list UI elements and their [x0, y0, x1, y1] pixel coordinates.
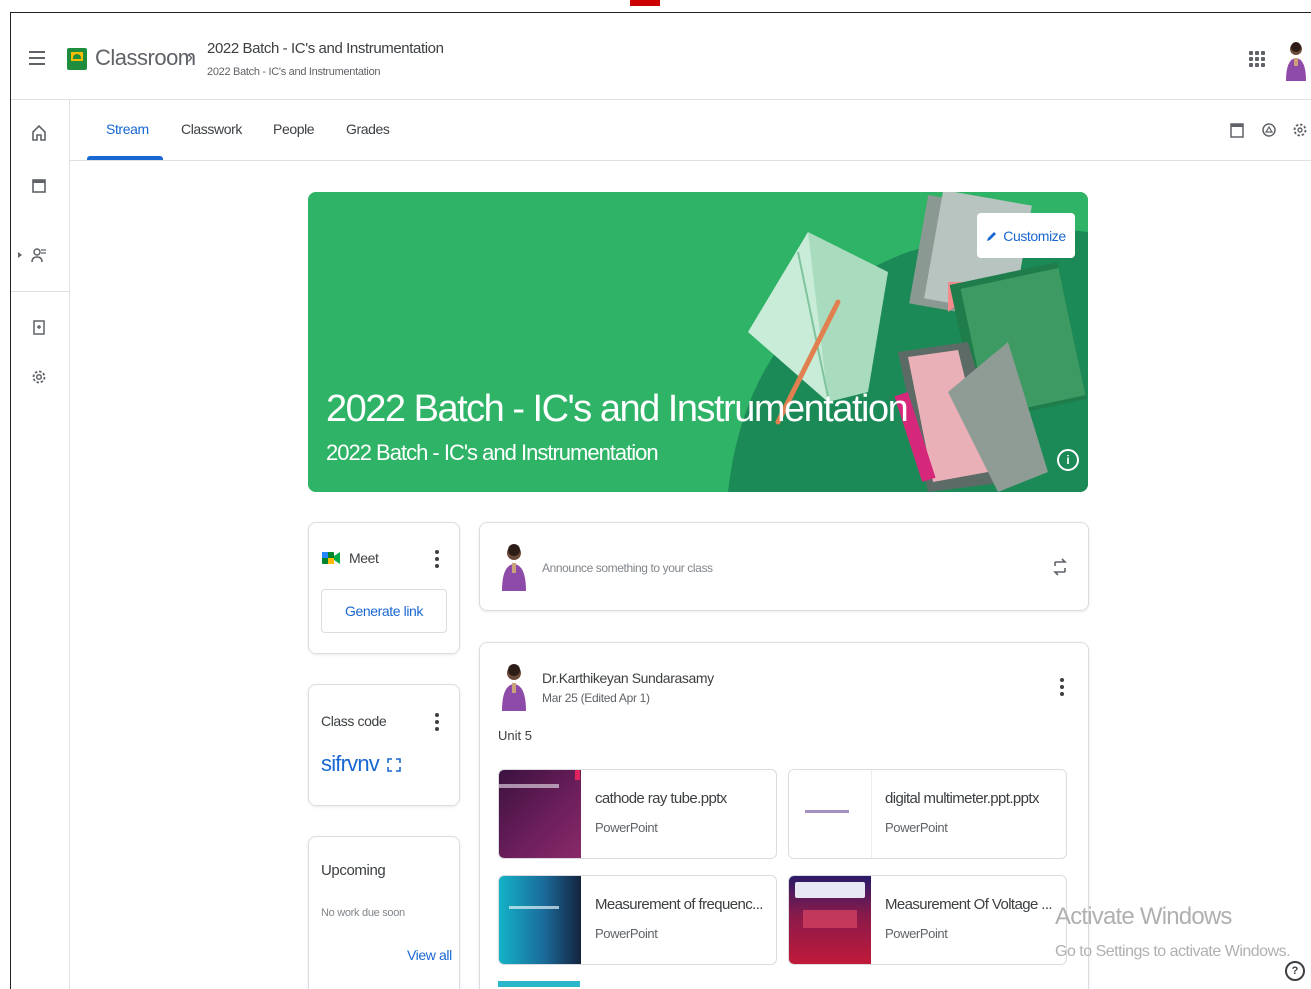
- announce-input[interactable]: Announce something to your class: [542, 561, 713, 575]
- meet-icon: [322, 552, 340, 564]
- expand-arrow-icon[interactable]: [15, 245, 25, 265]
- generate-link-button[interactable]: Generate link: [321, 589, 447, 633]
- home-icon[interactable]: [29, 123, 49, 143]
- calendar-icon[interactable]: [29, 175, 49, 195]
- attachment-type: PowerPoint: [885, 820, 948, 835]
- attachment-type: PowerPoint: [595, 820, 658, 835]
- class-info-icon[interactable]: i: [1057, 449, 1079, 471]
- drive-folder-icon[interactable]: [1261, 121, 1277, 139]
- post-author: Dr.Karthikeyan Sundarasamy: [542, 670, 714, 686]
- no-work-text: No work due soon: [321, 907, 405, 919]
- attachment-card[interactable]: cathode ray tube.pptx PowerPoint: [498, 769, 777, 859]
- app-header: Classroom › 2022 Batch - IC's and Instru…: [11, 13, 1311, 100]
- banner-class-title: 2022 Batch - IC's and Instrumentation: [326, 388, 909, 430]
- classroom-logo[interactable]: [67, 48, 87, 70]
- breadcrumb-class-subtitle: 2022 Batch - IC's and Instrumentation: [207, 66, 381, 78]
- meet-label: Meet: [349, 550, 379, 566]
- account-avatar[interactable]: [1283, 41, 1309, 81]
- upcoming-label: Upcoming: [321, 862, 386, 879]
- banner-class-subtitle: 2022 Batch - IC's and Instrumentation: [326, 440, 659, 465]
- attachment-name: digital multimeter.ppt.pptx: [885, 790, 1039, 807]
- class-settings-icon[interactable]: [1292, 121, 1308, 139]
- classroom-window: Classroom › 2022 Batch - IC's and Instru…: [10, 12, 1311, 989]
- activate-windows-subtitle: Go to Settings to activate Windows.: [1055, 943, 1291, 960]
- post-date: Mar 25 (Edited Apr 1): [542, 691, 650, 705]
- customize-label: Customize: [1003, 227, 1066, 244]
- meet-more-icon[interactable]: [435, 550, 439, 568]
- active-tab-indicator: [87, 156, 163, 160]
- post-text: Unit 5: [498, 728, 532, 743]
- breadcrumb-class-title[interactable]: 2022 Batch - IC's and Instrumentation: [207, 40, 444, 57]
- post-card: Dr.Karthikeyan Sundarasamy Mar 25 (Edite…: [479, 642, 1089, 989]
- class-code-card: Class code sifrvnv: [308, 684, 460, 806]
- tab-stream[interactable]: Stream: [106, 121, 149, 137]
- google-calendar-icon[interactable]: [1230, 121, 1244, 139]
- attachment-card[interactable]: digital multimeter.ppt.pptx PowerPoint: [788, 769, 1067, 859]
- attachment-thumbnail: [499, 876, 581, 964]
- app-name[interactable]: Classroom: [95, 45, 196, 71]
- author-avatar: [502, 664, 526, 711]
- upcoming-card: Upcoming No work due soon View all: [308, 836, 460, 989]
- nav-divider: [11, 291, 69, 292]
- attachment-thumbnail: [789, 770, 872, 858]
- attachment-name: Measurement of frequenc...: [595, 896, 763, 913]
- tab-grades[interactable]: Grades: [346, 121, 390, 137]
- class-banner: Customize 2022 Batch - IC's and Instrume…: [308, 192, 1088, 492]
- left-nav: [11, 99, 70, 989]
- google-apps-icon[interactable]: [1249, 51, 1265, 67]
- attachment-type: PowerPoint: [885, 926, 948, 941]
- archived-classes-icon[interactable]: [29, 317, 49, 337]
- meet-card: Meet Generate link: [308, 522, 460, 654]
- settings-gear-icon[interactable]: [29, 367, 49, 387]
- teaching-icon[interactable]: [29, 245, 49, 265]
- attachment-name: cathode ray tube.pptx: [595, 790, 727, 807]
- attachment-thumbnail: [789, 876, 871, 964]
- announce-card[interactable]: Announce something to your class: [479, 522, 1089, 611]
- attachment-type: PowerPoint: [595, 926, 658, 941]
- tab-classwork[interactable]: Classwork: [181, 121, 242, 137]
- attachment-thumbnail: [499, 770, 581, 858]
- main-menu-icon[interactable]: [29, 51, 45, 65]
- class-code-value: sifrvnv: [321, 751, 380, 776]
- view-all-link[interactable]: View all: [407, 947, 452, 963]
- activate-windows-title: Activate Windows: [1055, 903, 1232, 930]
- breadcrumb-chevron-icon: ›: [187, 47, 193, 67]
- attachment-card[interactable]: Measurement Of Voltage ... PowerPoint: [788, 875, 1067, 965]
- class-tabs: Stream Classwork People Grades: [69, 99, 1311, 161]
- attachment-name: Measurement Of Voltage ...: [885, 896, 1052, 913]
- tab-people[interactable]: People: [273, 121, 315, 137]
- attachment-peek: [498, 981, 580, 987]
- page-top-mark: [630, 0, 660, 6]
- help-icon[interactable]: ?: [1285, 961, 1305, 981]
- repost-icon[interactable]: [1052, 556, 1068, 578]
- pencil-icon: [987, 231, 997, 241]
- attachment-card[interactable]: Measurement of frequenc... PowerPoint: [498, 875, 777, 965]
- class-code-label: Class code: [321, 713, 387, 729]
- customize-button[interactable]: Customize: [977, 213, 1075, 258]
- class-code-more-icon[interactable]: [435, 713, 439, 731]
- fullscreen-icon[interactable]: [387, 758, 401, 772]
- user-avatar: [502, 544, 526, 591]
- post-more-icon[interactable]: [1060, 678, 1064, 696]
